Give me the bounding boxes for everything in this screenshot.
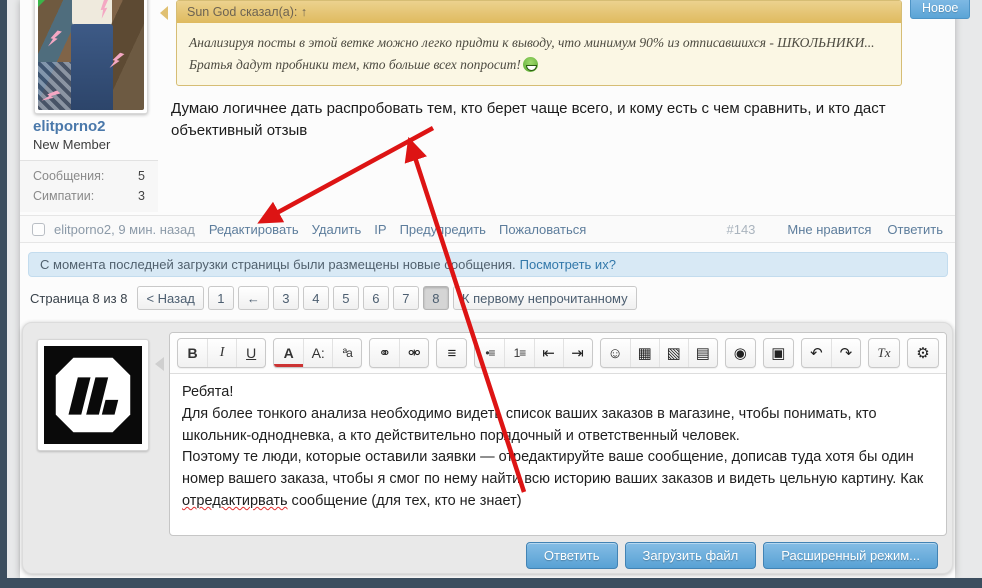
like-link[interactable]: Мне нравится [787, 222, 871, 237]
remove-link-icon[interactable]: ⚮ [399, 339, 428, 367]
reply-link[interactable]: Ответить [887, 222, 943, 237]
reply-line: Для более тонкого анализа необходимо вид… [182, 404, 934, 448]
font-family-icon[interactable]: ªa [332, 339, 361, 367]
stat-value: 5 [138, 169, 145, 183]
stat-label: Симпатии: [33, 189, 94, 203]
message-bubble-arrow [160, 6, 168, 20]
screenshot-icon[interactable]: ◉ [726, 339, 755, 367]
page-button-7[interactable]: 7 [393, 286, 419, 310]
underline-icon[interactable]: U [236, 339, 265, 367]
first-unread-button[interactable]: К первому непрочитанному [453, 286, 637, 310]
stat-value: 3 [138, 189, 145, 203]
select-post-checkbox[interactable] [32, 223, 45, 236]
post-body-text: Думаю логичнее дать распробовать тем, кт… [171, 98, 946, 142]
page-indicator: Страница 8 из 8 [30, 291, 127, 306]
reply-line: Поэтому те люди, которые оставили заявки… [182, 447, 934, 512]
remove-formatting-icon[interactable]: Tx [869, 339, 899, 367]
insert-quote-icon[interactable]: ▤ [688, 339, 717, 367]
editor-action-buttons: Ответить Загрузить файл Расширенный режи… [526, 542, 938, 569]
reply-text-area[interactable]: Ребята! Для более тонкого анализа необхо… [170, 373, 946, 536]
italic-icon[interactable]: I [207, 339, 236, 367]
quote-attribution[interactable]: Sun God сказал(а): ↑ [177, 1, 901, 23]
post-footer-right: #143 Мне нравится Ответить [726, 222, 943, 237]
advanced-mode-button[interactable]: Расширенный режим... [763, 542, 938, 569]
pl-logo-avatar [44, 346, 142, 444]
redo-icon[interactable]: ↷ [831, 339, 860, 367]
author-stats: Сообщения: 5 Симпатии: 3 [20, 160, 158, 212]
view-new-messages-link[interactable]: Посмотреть их? [520, 257, 616, 272]
post-footer-bar: elitporno2, 9 мин. назад Редактировать У… [20, 215, 955, 243]
smilies-icon[interactable]: ☺ [601, 339, 630, 367]
alignment-icon[interactable]: ≡ [437, 339, 466, 367]
edit-post-link[interactable]: Редактировать [209, 222, 299, 237]
quick-reply-panel: B I U A A: ªa ⚭ ⚮ ≡ •≡ 1≡ [22, 322, 953, 574]
page-skip-button[interactable]: ← [238, 286, 269, 310]
editor-bubble-arrow [155, 357, 164, 371]
reply-button[interactable]: Ответить [526, 542, 618, 569]
author-avatar-photo [38, 0, 144, 110]
post-number[interactable]: #143 [726, 222, 755, 237]
bbcode-editor-icon[interactable]: ⚙ [908, 339, 938, 367]
ip-link[interactable]: IP [374, 222, 386, 237]
stat-row-likes: Симпатии: 3 [20, 186, 158, 206]
pink-bolt-sticker [48, 29, 62, 49]
forum-page: elitporno2 New Member Сообщения: 5 Симпа… [20, 0, 955, 578]
grin-emoji [523, 57, 538, 72]
quote-line: Анализируя посты в этой ветке можно легк… [189, 32, 889, 54]
undo-icon[interactable]: ↶ [802, 339, 831, 367]
author-username-link[interactable]: elitporno2 [33, 118, 106, 135]
new-messages-notice: С момента последней загрузки страницы бы… [28, 252, 948, 277]
quote-body: Анализируя посты в этой ветке можно легк… [177, 23, 901, 85]
warn-link[interactable]: Предупредить [400, 222, 486, 237]
author-member-title: New Member [33, 137, 110, 152]
page-button-1[interactable]: 1 [208, 286, 234, 310]
report-link[interactable]: Пожаловаться [499, 222, 586, 237]
indent-icon[interactable]: ⇥ [563, 339, 592, 367]
current-user-avatar[interactable] [37, 339, 149, 451]
insert-media-icon[interactable]: ▧ [659, 339, 688, 367]
outdent-icon[interactable]: ⇤ [534, 339, 563, 367]
online-status-marker [38, 0, 53, 7]
prev-page-button[interactable]: < Назад [137, 286, 203, 310]
page-button-3[interactable]: 3 [273, 286, 299, 310]
page-button-4[interactable]: 4 [303, 286, 329, 310]
font-size-icon[interactable]: A: [303, 339, 332, 367]
new-posts-button[interactable]: Новое [910, 0, 970, 19]
text-color-icon[interactable]: A [274, 339, 303, 367]
pagination-bar: Страница 8 из 8 < Назад 1 ← 3 4 5 6 7 8 … [30, 286, 641, 310]
page-button-6[interactable]: 6 [363, 286, 389, 310]
stat-label: Сообщения: [33, 169, 104, 183]
editor-toolbar: B I U A A: ªa ⚭ ⚮ ≡ •≡ 1≡ [170, 333, 946, 373]
post-author-and-time[interactable]: elitporno2, 9 мин. назад [54, 222, 195, 237]
insert-image-icon[interactable]: ▦ [630, 339, 659, 367]
quote-line: Братья дадут пробники тем, кто больше вс… [189, 54, 889, 76]
delete-post-link[interactable]: Удалить [312, 222, 362, 237]
page-button-8-current[interactable]: 8 [423, 286, 449, 310]
misspelled-word: отредактирвать [182, 493, 288, 509]
window-left-frame [0, 0, 7, 588]
save-draft-icon[interactable]: ▣ [764, 339, 793, 367]
reply-line: Ребята! [182, 382, 934, 404]
window-bottom-frame [0, 578, 982, 588]
bullet-list-icon[interactable]: •≡ [475, 339, 504, 367]
stat-row-messages: Сообщения: 5 [20, 166, 158, 186]
quote-block: Sun God сказал(а): ↑ Анализируя посты в … [176, 0, 902, 86]
rich-text-editor: B I U A A: ªa ⚭ ⚮ ≡ •≡ 1≡ [169, 332, 947, 536]
upload-file-button[interactable]: Загрузить файл [625, 542, 757, 569]
author-avatar[interactable] [34, 0, 148, 114]
notice-text: С момента последней загрузки страницы бы… [40, 257, 516, 272]
post-message-cell: Sun God сказал(а): ↑ Анализируя посты в … [168, 0, 955, 142]
page-button-5[interactable]: 5 [333, 286, 359, 310]
numbered-list-icon[interactable]: 1≡ [504, 339, 533, 367]
bold-icon[interactable]: B [178, 339, 207, 367]
insert-link-icon[interactable]: ⚭ [370, 339, 399, 367]
